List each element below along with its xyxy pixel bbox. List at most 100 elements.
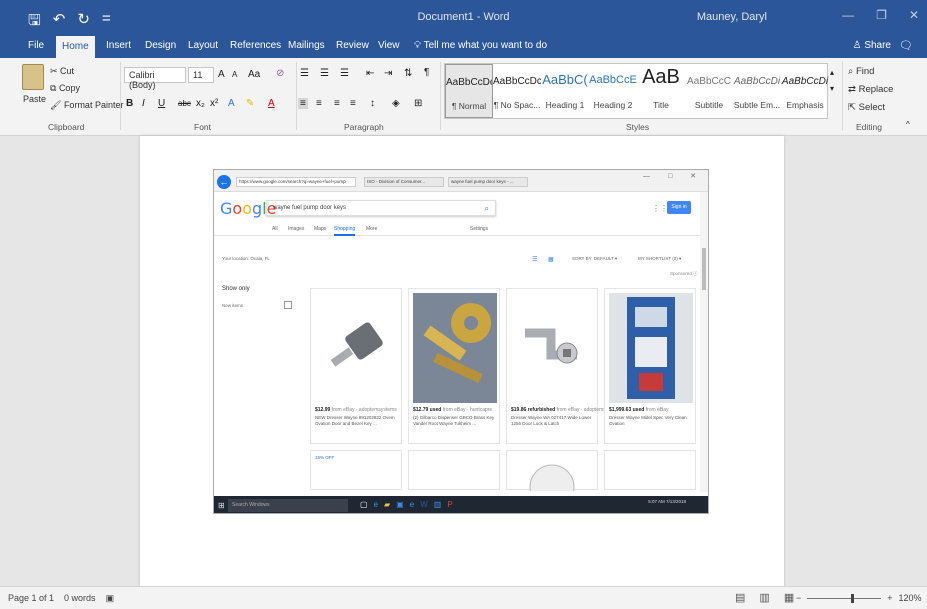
underline-button[interactable]: U [158,98,165,109]
subscript-button[interactable]: x₂ [196,98,205,109]
tab-design[interactable]: Design [145,40,176,51]
discount-badge: 15% OFF [315,455,335,460]
document-area[interactable]: ← https://www.google.com/search?q=wayne+… [0,136,927,586]
replace-button[interactable]: ⇄ Replace [848,84,893,95]
collapse-ribbon-icon[interactable]: ^ [906,120,910,129]
style-no-spacing[interactable]: AaBbCcDc ¶ No Spac... [493,64,541,118]
price-value: $12.99 [315,407,331,413]
window-title: Document1 - Word [417,11,510,23]
change-case-button[interactable]: Aa [248,69,260,80]
zoom-slider[interactable] [807,593,882,603]
shrink-font-button[interactable]: A [232,70,237,79]
style-emphasis[interactable]: AaBbCcDi Emphasis [781,64,829,118]
embedded-screenshot[interactable]: ← https://www.google.com/search?q=wayne+… [213,169,709,514]
paste-icon[interactable] [22,64,44,90]
zoom-level[interactable]: 120% [899,593,922,603]
justify-icon[interactable]: ≡ [350,98,356,109]
close-button[interactable]: ✕ [909,8,919,22]
tab-references[interactable]: References [230,40,281,51]
document-page[interactable]: ← https://www.google.com/search?q=wayne+… [140,136,784,586]
find-button[interactable]: ⌕ Find [848,66,874,77]
style-normal[interactable]: AaBbCcDc ¶ Normal [445,64,493,118]
decrease-indent-icon[interactable]: ⇤ [366,68,374,79]
styles-scroll-down-icon[interactable]: ▾ [830,84,834,93]
text-effects-icon[interactable]: A [228,98,235,109]
zoom-out-button[interactable]: − [796,593,801,603]
cut-button[interactable]: ✂ Cut [50,66,74,77]
increase-indent-icon[interactable]: ⇥ [384,68,392,79]
restore-button[interactable]: ❐ [876,8,887,22]
clear-formatting-icon[interactable]: ⊘ [276,68,284,79]
product-card: $12.79 used from eBay · huntcapre (2) Gi… [408,288,500,444]
show-formatting-button[interactable]: ¶ [424,67,429,78]
style-preview: AaBbCcE [589,74,637,86]
style-heading-1[interactable]: AaBbC( Heading 1 [541,64,589,118]
zoom-slider-knob[interactable] [851,593,855,603]
shading-icon[interactable]: ◈ [392,98,400,109]
style-heading-2[interactable]: AaBbCcE Heading 2 [589,64,637,118]
align-center-icon[interactable]: ≡ [316,98,322,109]
zoom-in-button[interactable]: + [887,593,892,603]
styles-scroll-up-icon[interactable]: ▴ [830,68,834,77]
page-count[interactable]: Page 1 of 1 [8,593,54,604]
paste-button[interactable]: Paste [23,94,46,104]
read-mode-icon[interactable]: ▤ [735,591,745,604]
multilevel-list-icon[interactable]: ☰ [340,68,349,79]
edge-icon: e [373,500,379,509]
web-layout-icon[interactable]: ▦ [784,591,794,604]
tell-me-box[interactable]: 💡︎ Tell me what you want to do [414,40,547,51]
tab-file[interactable]: File [28,40,44,51]
grow-font-button[interactable]: A [218,69,225,80]
product-image-brass-keys [413,293,497,403]
product-card [604,450,696,490]
highlight-icon[interactable]: ✎ [246,98,254,109]
tab-view[interactable]: View [378,40,400,51]
copy-button[interactable]: ⧉ Copy [50,83,80,94]
style-label: Title [653,100,669,110]
seller-text: from eBay · adoptemsystems [330,407,397,413]
font-color-icon[interactable]: A [268,98,275,109]
nav-shopping: Shopping [334,226,356,236]
tab-insert[interactable]: Insert [106,40,131,51]
user-name[interactable]: Mauney, Daryl [697,11,767,23]
align-left-icon[interactable]: ≡ [298,98,308,109]
font-group-label: Font [194,122,212,132]
brush-icon: 🖌︎ [50,100,64,110]
proofing-icon[interactable]: ▣ [106,593,115,604]
numbering-icon[interactable]: ☰ [320,68,329,79]
word-count[interactable]: 0 words [64,593,96,604]
bold-button[interactable]: B [126,98,133,109]
print-layout-icon[interactable]: ▥ [759,591,769,604]
strikethrough-button[interactable]: abc [178,99,191,108]
status-left: Page 1 of 1 0 words ▣ [8,593,114,604]
line-spacing-icon[interactable]: ↕ [370,98,375,109]
style-title[interactable]: AaB Title [637,64,685,118]
product-image-fuel-pump [609,293,693,403]
format-painter-button[interactable]: 🖌︎ Format Painter [50,100,123,111]
style-subtitle[interactable]: AaBbCcC Subtitle [685,64,733,118]
product-image-key-fob [315,293,399,403]
share-button[interactable]: ♙ Share [853,40,891,51]
bullets-icon[interactable]: ☰ [300,68,309,79]
minimize-button[interactable]: — [842,8,854,22]
font-size-select[interactable]: 11 [188,67,214,83]
search-icon: ⌕ [848,66,856,77]
shortlist-link: MY SHORTLIST (0) ▾ [638,256,682,261]
sort-icon[interactable]: ⇅ [404,68,412,79]
italic-button[interactable]: I [142,98,145,109]
tab-home[interactable]: Home [56,36,95,58]
tab-layout[interactable]: Layout [188,40,218,51]
comments-icon[interactable]: 🗨︎ [899,39,913,52]
app-icon: ▥ [433,500,442,509]
align-right-icon[interactable]: ≡ [334,98,340,109]
divider [440,62,441,130]
tab-review[interactable]: Review [336,40,369,51]
windows-start-icon: ⊞ [218,501,225,510]
grid-view-icon: ▦ [548,257,554,263]
font-name-select[interactable]: Calibri (Body) [124,67,186,90]
superscript-button[interactable]: x² [210,98,218,109]
select-button[interactable]: ⇱ Select [848,102,885,113]
tab-mailings[interactable]: Mailings [288,40,325,51]
style-subtle-emphasis[interactable]: AaBbCcDi Subtle Em... [733,64,781,118]
borders-icon[interactable]: ⊞ [414,98,422,109]
